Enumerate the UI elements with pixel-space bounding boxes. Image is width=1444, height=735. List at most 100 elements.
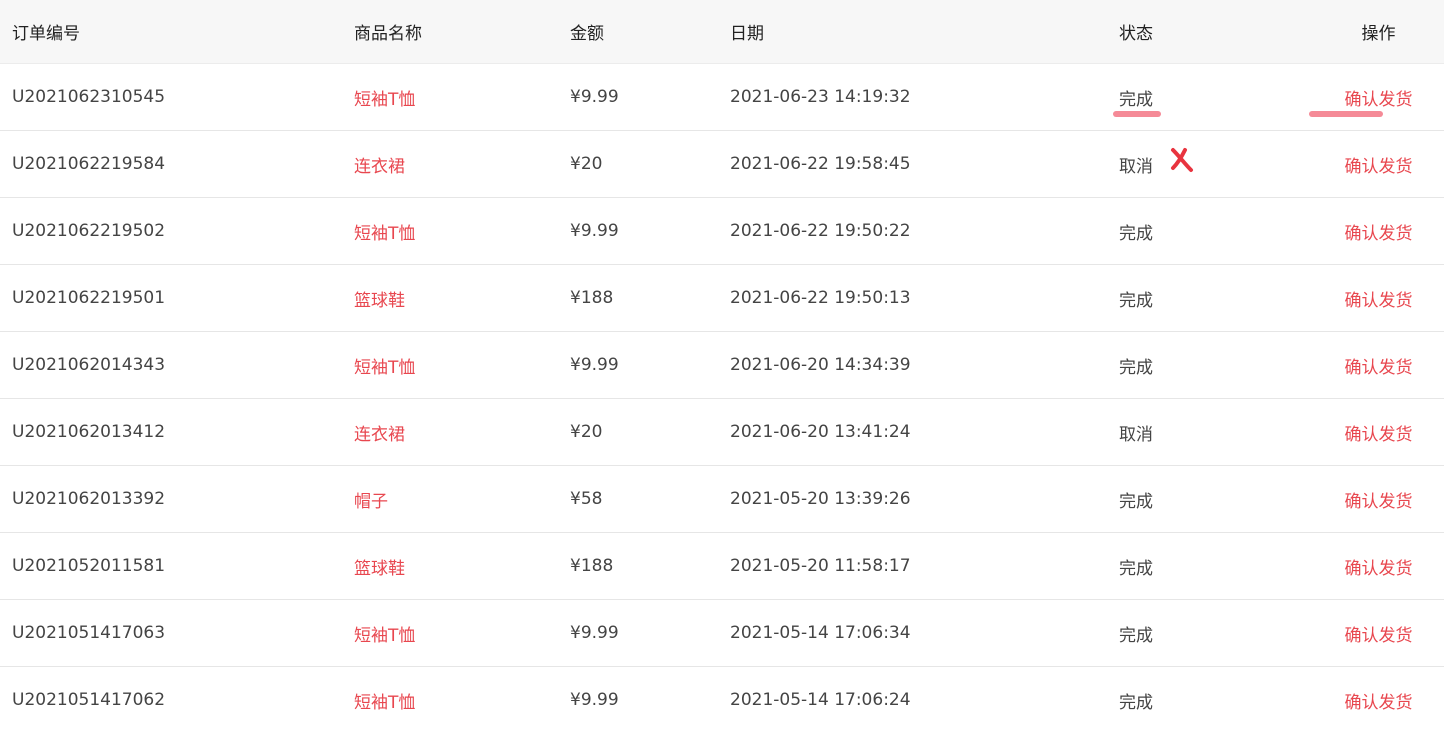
status-cell: 完成 xyxy=(1119,621,1313,646)
table-row: U2021051417063 短袖T恤 ¥9.99 2021-05-14 17:… xyxy=(0,600,1444,667)
date-cell: 2021-06-23 14:19:32 xyxy=(730,87,911,107)
status-cell: 完成 xyxy=(1119,286,1313,311)
table-row: U2021062219584 连衣裙 ¥20 2021-06-22 19:58:… xyxy=(0,131,1444,198)
header-date: 日期 xyxy=(730,24,764,44)
status-cell: 完成 xyxy=(1119,219,1313,244)
table-row: U2021051417062 短袖T恤 ¥9.99 2021-05-14 17:… xyxy=(0,667,1444,733)
product-name-link[interactable]: 短袖T恤 xyxy=(354,621,570,646)
order-no-cell: U2021051417062 xyxy=(12,690,166,710)
status-cell: 完成 xyxy=(1119,688,1313,713)
amount-cell: ¥20 xyxy=(570,422,603,442)
action-underline-mark xyxy=(1309,110,1383,117)
order-no-cell: U2021062219501 xyxy=(12,288,166,308)
action-cell: 确认发货 xyxy=(1313,487,1444,512)
status-text: 完成 xyxy=(1119,625,1153,646)
product-name-link[interactable]: 短袖T恤 xyxy=(354,219,570,244)
table-row: U2021062013412 连衣裙 ¥20 2021-06-20 13:41:… xyxy=(0,399,1444,466)
order-no-cell: U2021062013412 xyxy=(12,422,166,442)
amount-cell: ¥58 xyxy=(570,489,603,509)
amount-cell: ¥188 xyxy=(570,556,614,576)
table-row: U2021052011581 篮球鞋 ¥188 2021-05-20 11:58… xyxy=(0,533,1444,600)
action-cell: 确认发货 xyxy=(1313,554,1444,579)
confirm-ship-button[interactable]: 确认发货 xyxy=(1345,219,1413,244)
date-cell: 2021-06-20 13:41:24 xyxy=(730,422,911,442)
confirm-ship-button[interactable]: 确认发货 xyxy=(1345,286,1413,311)
status-cell: 完成 xyxy=(1119,353,1313,378)
action-cell: 确认发货 xyxy=(1313,420,1444,445)
product-name-link[interactable]: 短袖T恤 xyxy=(354,353,570,378)
order-no-cell: U2021051417063 xyxy=(12,623,166,643)
order-no-cell: U2021062310545 xyxy=(12,87,166,107)
status-text: 完成 xyxy=(1119,89,1153,110)
date-cell: 2021-05-14 17:06:24 xyxy=(730,690,911,710)
order-no-cell: U2021062014343 xyxy=(12,355,166,375)
date-cell: 2021-05-14 17:06:34 xyxy=(730,623,911,643)
header-order-no: 订单编号 xyxy=(12,24,80,44)
amount-cell: ¥9.99 xyxy=(570,355,619,375)
date-cell: 2021-05-20 13:39:26 xyxy=(730,489,911,509)
header-product-name: 商品名称 xyxy=(354,24,422,44)
status-text: 完成 xyxy=(1119,692,1153,713)
table-row: U2021062014343 短袖T恤 ¥9.99 2021-06-20 14:… xyxy=(0,332,1444,399)
amount-cell: ¥9.99 xyxy=(570,87,619,107)
table-row: U2021062219501 篮球鞋 ¥188 2021-06-22 19:50… xyxy=(0,265,1444,332)
date-cell: 2021-06-22 19:50:13 xyxy=(730,288,911,308)
product-name-link[interactable]: 短袖T恤 xyxy=(354,688,570,713)
confirm-ship-button[interactable]: 确认发货 xyxy=(1345,420,1413,445)
action-cell: 确认发货 xyxy=(1313,353,1444,378)
status-text: 完成 xyxy=(1119,223,1153,244)
header-action: 操作 xyxy=(1361,24,1396,44)
action-cell: 确认发货 xyxy=(1313,286,1444,311)
orders-table: 订单编号 商品名称 金额 日期 状态 操作 U2021062310545 短袖T… xyxy=(0,0,1444,733)
amount-cell: ¥9.99 xyxy=(570,623,619,643)
action-cell: 确认发货 xyxy=(1309,85,1444,117)
action-cell: 确认发货 xyxy=(1313,152,1444,177)
status-text: 取消 xyxy=(1119,156,1153,177)
order-no-cell: U2021062013392 xyxy=(12,489,166,509)
table-row: U2021062219502 短袖T恤 ¥9.99 2021-06-22 19:… xyxy=(0,198,1444,265)
table-row: U2021062013392 帽子 ¥58 2021-05-20 13:39:2… xyxy=(0,466,1444,533)
product-name-link[interactable]: 短袖T恤 xyxy=(354,85,570,110)
table-header: 订单编号 商品名称 金额 日期 状态 操作 xyxy=(0,0,1444,64)
confirm-ship-button[interactable]: 确认发货 xyxy=(1345,554,1413,579)
status-text: 完成 xyxy=(1119,558,1153,579)
confirm-ship-button[interactable]: 确认发货 xyxy=(1345,621,1413,646)
status-text: 完成 xyxy=(1119,357,1153,378)
status-cell: 完成 xyxy=(1119,554,1313,579)
status-cell: 取消 xyxy=(1119,420,1313,445)
amount-cell: ¥9.99 xyxy=(570,690,619,710)
amount-cell: ¥9.99 xyxy=(570,221,619,241)
confirm-ship-button[interactable]: 确认发货 xyxy=(1345,353,1413,378)
action-cell: 确认发货 xyxy=(1313,621,1444,646)
product-name-link[interactable]: 连衣裙 xyxy=(354,152,570,177)
product-name-link[interactable]: 连衣裙 xyxy=(354,420,570,445)
status-text: 完成 xyxy=(1119,491,1153,512)
amount-cell: ¥188 xyxy=(570,288,614,308)
status-cell: 完成 xyxy=(1113,85,1313,117)
status-underline-mark xyxy=(1113,110,1161,117)
order-no-cell: U2021062219502 xyxy=(12,221,166,241)
confirm-ship-button[interactable]: 确认发货 xyxy=(1345,487,1413,512)
confirm-ship-button[interactable]: 确认发货 xyxy=(1345,85,1413,110)
status-text: 完成 xyxy=(1119,290,1153,311)
cancel-x-mark-icon xyxy=(1171,147,1193,172)
order-no-cell: U2021062219584 xyxy=(12,154,166,174)
product-name-link[interactable]: 篮球鞋 xyxy=(354,286,570,311)
date-cell: 2021-06-22 19:58:45 xyxy=(730,154,911,174)
action-cell: 确认发货 xyxy=(1313,219,1444,244)
table-row: U2021062310545 短袖T恤 ¥9.99 2021-06-23 14:… xyxy=(0,64,1444,131)
product-name-link[interactable]: 帽子 xyxy=(354,487,570,512)
date-cell: 2021-05-20 11:58:17 xyxy=(730,556,911,576)
product-name-link[interactable]: 篮球鞋 xyxy=(354,554,570,579)
status-cell: 取消 xyxy=(1119,147,1313,177)
date-cell: 2021-06-22 19:50:22 xyxy=(730,221,911,241)
amount-cell: ¥20 xyxy=(570,154,603,174)
confirm-ship-button[interactable]: 确认发货 xyxy=(1345,688,1413,713)
status-cell: 完成 xyxy=(1119,487,1313,512)
date-cell: 2021-06-20 14:34:39 xyxy=(730,355,911,375)
header-amount: 金额 xyxy=(570,24,604,44)
confirm-ship-button[interactable]: 确认发货 xyxy=(1345,152,1413,177)
header-status: 状态 xyxy=(1119,24,1153,44)
order-no-cell: U2021052011581 xyxy=(12,556,166,576)
status-text: 取消 xyxy=(1119,424,1153,445)
